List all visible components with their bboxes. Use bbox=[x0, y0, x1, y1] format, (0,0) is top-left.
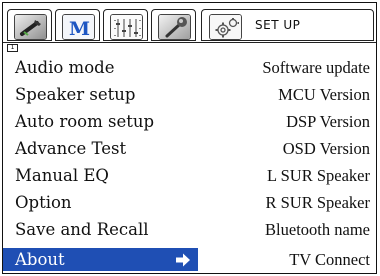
tab-tools[interactable] bbox=[7, 9, 52, 41]
submenu-item-l-sur-speaker[interactable]: L SUR Speaker bbox=[267, 164, 370, 187]
submenu-item-bluetooth-name[interactable]: Bluetooth name bbox=[265, 218, 370, 241]
tab-equalizer[interactable] bbox=[103, 9, 148, 41]
svg-text:M: M bbox=[69, 18, 90, 40]
tab-m[interactable]: M bbox=[55, 9, 100, 41]
tab-setup-label: SET UP bbox=[255, 18, 301, 32]
tab-microphone[interactable] bbox=[151, 9, 196, 41]
menu-item-label: Save and Recall bbox=[15, 220, 149, 239]
menu-item-label: Advance Test bbox=[15, 139, 127, 158]
menu-item-label: Manual EQ bbox=[15, 166, 109, 185]
submenu-item-dsp-version[interactable]: DSP Version bbox=[286, 110, 370, 133]
page-indicator: 1 bbox=[7, 44, 18, 52]
equalizer-icon bbox=[110, 14, 143, 40]
microphone-icon bbox=[158, 14, 191, 40]
menu-item-option[interactable]: Option bbox=[3, 191, 198, 214]
menu-item-label: Auto room setup bbox=[15, 112, 155, 131]
submenu-item-tv-connect[interactable]: TV Connect bbox=[289, 248, 370, 271]
menu-item-about[interactable]: About bbox=[3, 248, 198, 271]
tab-setup[interactable]: SET UP bbox=[201, 9, 374, 41]
submenu-item-software-update[interactable]: Software update bbox=[262, 56, 370, 79]
menu-item-auto-room-setup[interactable]: Auto room setup bbox=[3, 110, 198, 133]
menu-item-label: Speaker setup bbox=[15, 85, 136, 104]
submenu-item-mcu-version[interactable]: MCU Version bbox=[278, 83, 370, 106]
menu-item-label: About bbox=[15, 250, 65, 269]
menu-item-speaker-setup[interactable]: Speaker setup bbox=[3, 83, 198, 106]
submenu-item-r-sur-speaker[interactable]: R SUR Speaker bbox=[266, 191, 371, 214]
wrench-icon bbox=[14, 14, 47, 40]
menu-item-label: Option bbox=[15, 193, 72, 212]
gear-icon bbox=[209, 14, 242, 40]
menu-item-audio-mode[interactable]: Audio mode bbox=[3, 56, 198, 79]
menu-item-advance-test[interactable]: Advance Test bbox=[3, 137, 198, 160]
arrow-right-icon bbox=[176, 253, 190, 267]
menu-item-manual-eq[interactable]: Manual EQ bbox=[3, 164, 198, 187]
menu-item-save-and-recall[interactable]: Save and Recall bbox=[3, 218, 198, 241]
menu-item-label: Audio mode bbox=[15, 58, 115, 77]
setup-screen: M SET UP 1 Audio mode Speaker setup Auto… bbox=[2, 2, 377, 274]
tab-divider bbox=[3, 42, 376, 43]
m-logo-icon: M bbox=[62, 14, 95, 40]
submenu-item-osd-version[interactable]: OSD Version bbox=[283, 137, 370, 160]
